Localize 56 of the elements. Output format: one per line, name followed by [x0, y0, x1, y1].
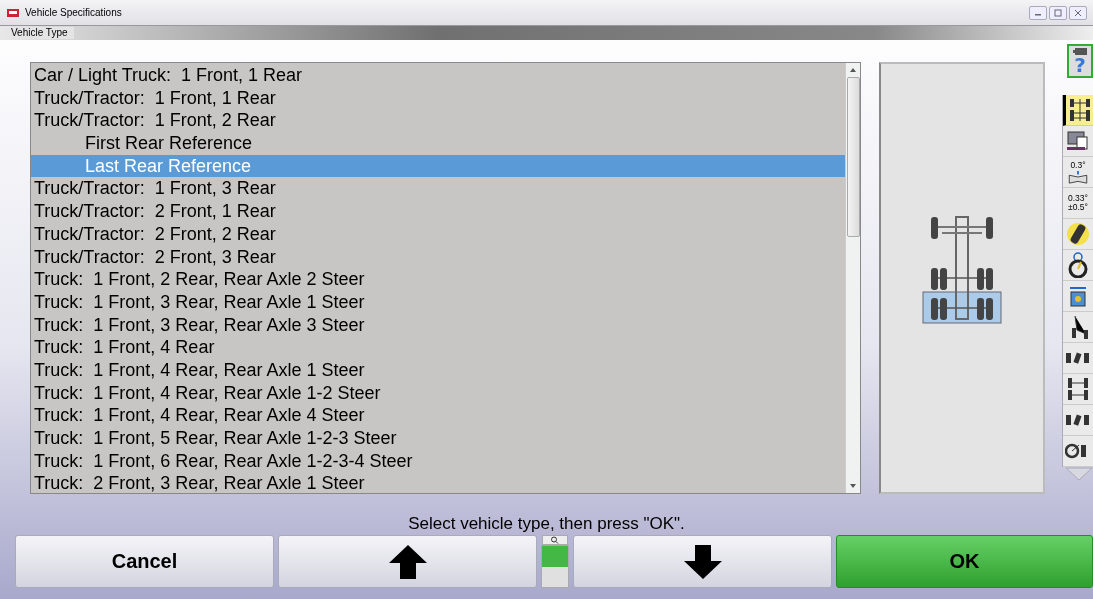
cancel-button[interactable]: Cancel — [15, 535, 274, 588]
list-item[interactable]: Truck: 1 Front, 4 Rear, Rear Axle 1-2 Steer — [31, 381, 846, 405]
scrollbar[interactable] — [845, 63, 861, 493]
ok-button[interactable]: OK — [836, 535, 1093, 588]
scroll-up-icon[interactable] — [849, 67, 858, 73]
list-item[interactable]: Truck: 1 Front, 2 Rear, Rear Axle 2 Steer — [31, 268, 846, 291]
list-item[interactable]: Truck/Tractor: 1 Front, 1 Rear — [31, 86, 846, 110]
app-icon — [6, 6, 20, 19]
move-up-button[interactable] — [278, 535, 537, 588]
tool-button[interactable] — [1063, 126, 1093, 157]
wheels-icon — [1065, 351, 1091, 365]
tire-icon — [1066, 222, 1090, 246]
tool-button[interactable] — [1063, 312, 1093, 343]
instruction-text: Select vehicle type, then press "OK". — [407, 514, 686, 534]
maximize-icon — [1053, 8, 1063, 17]
camera-icon — [1073, 47, 1087, 55]
tool-button[interactable]: 0.33° ±0.5° — [1063, 188, 1093, 219]
list-item[interactable]: Truck/Tractor: 1 Front, 3 Rear — [31, 177, 846, 201]
list-item[interactable]: Truck: 1 Front, 3 Rear, Rear Axle 3 Steer — [31, 313, 846, 337]
arrow-up-icon — [387, 543, 428, 580]
list-item[interactable]: Truck: 2 Front, 3 Rear, Rear Axle 1 Steer — [31, 472, 846, 496]
wheels-icon — [1065, 413, 1091, 427]
minimize-button[interactable] — [1029, 5, 1047, 20]
section-title: Vehicle Type — [11, 27, 74, 39]
tool-button[interactable] — [1063, 343, 1093, 374]
list-item[interactable]: Truck: 1 Front, 4 Rear, Rear Axle 4 Steer — [31, 404, 846, 427]
arrow-down-icon — [682, 543, 723, 580]
tool-button[interactable] — [1063, 374, 1093, 405]
close-button[interactable] — [1069, 5, 1087, 20]
steering-wheel-icon — [1066, 252, 1090, 278]
list-item[interactable]: Truck: 1 Front, 4 Rear — [31, 336, 846, 359]
tool-button[interactable] — [1063, 219, 1093, 250]
list-item[interactable]: Truck/Tractor: 1 Front, 2 Rear — [31, 109, 846, 133]
scroll-down-icon[interactable] — [849, 483, 858, 489]
list-item[interactable]: Truck/Tractor: 2 Front, 2 Rear — [31, 222, 846, 246]
list-item[interactable]: Truck/Tractor: 2 Front, 1 Rear — [31, 200, 846, 223]
scroll-thumb[interactable] — [847, 77, 861, 237]
list-item[interactable]: Truck/Tractor: 2 Front, 3 Rear — [31, 245, 846, 269]
list-item[interactable]: Truck: 1 Front, 4 Rear, Rear Axle 1 Steer — [31, 358, 846, 382]
window-title: Vehicle Specifications — [25, 7, 122, 18]
axle-pair-icon — [1066, 377, 1090, 401]
list-item[interactable]: Car / Light Truck: 1 Front, 1 Rear — [31, 64, 846, 87]
tool-button[interactable] — [1063, 250, 1093, 281]
list-item[interactable]: Truck: 1 Front, 3 Rear, Rear Axle 1 Steer — [31, 290, 846, 314]
tool-button[interactable] — [1063, 405, 1093, 436]
tool-button[interactable]: 0.3° — [1063, 157, 1093, 188]
list-item[interactable]: Truck: 1 Front, 6 Rear, Rear Axle 1-2-3-4 Steer — [31, 449, 846, 473]
zoom-icon[interactable] — [542, 535, 568, 545]
close-icon — [1073, 8, 1083, 17]
list-item[interactable]: Truck: 1 Front, 5 Rear, Rear Axle 1-2-3 Steer — [31, 427, 846, 450]
tool-button[interactable] — [1063, 436, 1093, 467]
move-down-button[interactable] — [573, 535, 832, 588]
tool-button[interactable] — [1063, 95, 1093, 126]
list-item[interactable]: First Rear Reference — [31, 132, 846, 155]
axles-icon — [1068, 97, 1091, 123]
computer-icon — [1066, 130, 1090, 152]
